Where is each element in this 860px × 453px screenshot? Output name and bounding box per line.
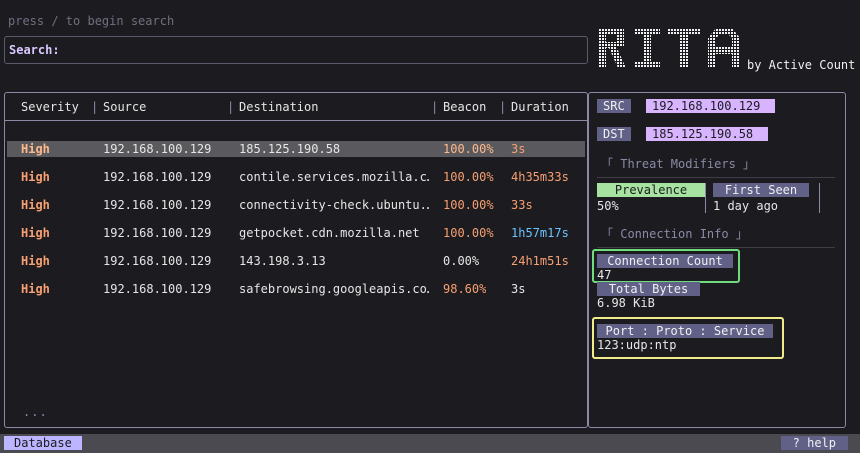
col-beacon[interactable]: Beacon: [443, 100, 486, 114]
src-label: SRC: [597, 99, 631, 113]
port-proto-service-label: Port : Proto : Service: [597, 324, 773, 338]
divider: [597, 177, 835, 178]
total-bytes-label: Total Bytes: [597, 282, 700, 296]
cell-beacon: 98.60%: [443, 282, 487, 296]
src-value: 192.168.100.129: [646, 99, 775, 113]
first-seen-value: 1 day ago: [713, 199, 779, 213]
cell-source: 192.168.100.129: [103, 282, 212, 296]
cell-duration: 4h35m33s: [511, 170, 569, 184]
connection-count-value: 47: [597, 268, 612, 282]
cell-source: 192.168.100.129: [103, 198, 212, 212]
dst-label: DST: [597, 127, 631, 141]
help-button[interactable]: ? help: [780, 436, 848, 450]
table-row[interactable]: High 192.168.100.129 185.125.190.58 100.…: [7, 141, 585, 157]
search-bar[interactable]: Search:: [4, 36, 588, 64]
col-destination[interactable]: Destination: [239, 100, 318, 114]
dst-value: 185.125.190.58: [646, 127, 768, 141]
table-row[interactable]: High 192.168.100.129 getpocket.cdn.mozil…: [7, 225, 585, 241]
total-bytes-value: 6.98 KiB: [597, 296, 655, 310]
col-separator: |: [91, 100, 99, 114]
cell-destination: 185.125.190.58: [239, 142, 341, 156]
search-input[interactable]: [66, 43, 547, 57]
cell-beacon: 100.00%: [443, 142, 494, 156]
cell-beacon: 0.00%: [443, 254, 480, 268]
rita-logo: [596, 26, 746, 72]
connection-count-label: Connection Count: [597, 254, 733, 268]
table-row[interactable]: High 192.168.100.129 143.198.3.13 0.00% …: [7, 253, 585, 269]
cell-source: 192.168.100.129: [103, 226, 212, 240]
table-row[interactable]: High 192.168.100.129 safebrowsing.google…: [7, 281, 585, 297]
column-divider: [819, 183, 820, 213]
results-table: Severity | Source | Destination | Beacon…: [4, 92, 588, 428]
cell-severity: High: [21, 254, 50, 268]
cell-severity: High: [21, 198, 50, 212]
col-severity[interactable]: Severity: [21, 100, 79, 114]
cell-severity: High: [21, 282, 50, 296]
cell-destination: contile.services.mozilla.c…: [239, 170, 429, 184]
cell-destination: connectivity-check.ubuntu.…: [239, 198, 429, 212]
cell-destination: 143.198.3.13: [239, 254, 326, 268]
table-row[interactable]: High 192.168.100.129 connectivity-check.…: [7, 197, 585, 213]
cell-duration: 33s: [511, 198, 533, 212]
first-seen-label: First Seen: [713, 183, 809, 197]
cell-duration: 24h1m51s: [511, 254, 569, 268]
detail-panel: SRC 192.168.100.129 DST 185.125.190.58 「…: [588, 92, 846, 428]
divider: [597, 247, 835, 248]
cell-severity: High: [21, 170, 50, 184]
cell-duration: 3s: [511, 142, 526, 156]
prevalence-value: 50%: [597, 199, 619, 213]
connection-info-heading: 「 Connection Info 」: [601, 227, 748, 241]
prevalence-label: Prevalence: [597, 183, 705, 197]
cell-destination: getpocket.cdn.mozilla.net: [239, 226, 420, 240]
status-bar: Database ? help: [0, 434, 860, 453]
cell-source: 192.168.100.129: [103, 170, 212, 184]
more-rows-indicator: ...: [23, 405, 48, 419]
cell-duration: 3s: [511, 282, 526, 296]
cell-duration: 1h57m17s: [511, 226, 569, 240]
threat-modifiers-heading: 「 Threat Modifiers 」: [601, 157, 756, 171]
database-badge[interactable]: Database: [4, 436, 82, 450]
col-duration[interactable]: Duration: [511, 100, 569, 114]
cell-severity: High: [21, 226, 50, 240]
cell-severity: High: [21, 142, 50, 156]
cell-beacon: 100.00%: [443, 170, 494, 184]
column-divider: [705, 183, 706, 213]
cell-source: 192.168.100.129: [103, 142, 212, 156]
cell-source: 192.168.100.129: [103, 254, 212, 268]
search-hint: press / to begin search: [8, 14, 175, 28]
table-header: Severity | Source | Destination | Beacon…: [5, 93, 587, 121]
rita-logo-art: [598, 28, 740, 68]
col-source[interactable]: Source: [103, 100, 146, 114]
col-separator: |: [499, 100, 507, 114]
col-separator: |: [431, 100, 439, 114]
search-label: Search:: [9, 43, 60, 57]
logo-byline: by Active Count: [747, 58, 856, 72]
table-row[interactable]: High 192.168.100.129 contile.services.mo…: [7, 169, 585, 185]
cell-beacon: 100.00%: [443, 226, 494, 240]
col-separator: |: [227, 100, 235, 114]
port-proto-service-value: 123:udp:ntp: [597, 338, 677, 352]
cell-destination: safebrowsing.googleapis.co…: [239, 282, 429, 296]
cell-beacon: 100.00%: [443, 198, 494, 212]
